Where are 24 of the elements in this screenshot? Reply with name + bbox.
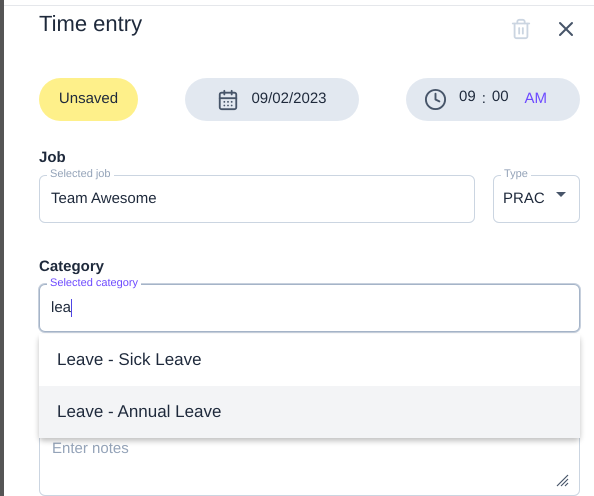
dropdown-caret-icon: [556, 192, 566, 196]
clock-icon: [424, 88, 447, 111]
minutes-text: 00: [492, 87, 509, 108]
field-value: Team Awesome: [51, 188, 157, 209]
field-label: Type: [501, 167, 531, 181]
section-heading: Job: [39, 149, 67, 167]
section-heading: Category: [39, 258, 106, 276]
time-separator: :: [482, 89, 486, 110]
time-field[interactable]: 09 : 00 AM: [406, 78, 580, 121]
calendar-icon: [217, 88, 240, 110]
menu-item[interactable]: Leave - Sick Leave: [39, 334, 580, 386]
dialog-title: Time entry: [39, 10, 142, 38]
date-button[interactable]: 09/02/2023: [185, 78, 359, 121]
field-label: Selected job: [47, 167, 114, 181]
hours-text: 09: [459, 87, 476, 108]
menu-item[interactable]: Leave - Annual Leave: [39, 386, 580, 438]
field-value: lea: [51, 298, 72, 318]
field-label: Selected category: [47, 276, 142, 290]
notes-placeholder: Enter notes: [52, 440, 129, 457]
period-toggle[interactable]: AM: [524, 88, 548, 111]
status-badge: Unsaved: [39, 78, 138, 121]
trash-icon: [510, 18, 532, 40]
resize-handle-icon: [556, 474, 569, 487]
field-value: PRAC: [503, 188, 545, 209]
